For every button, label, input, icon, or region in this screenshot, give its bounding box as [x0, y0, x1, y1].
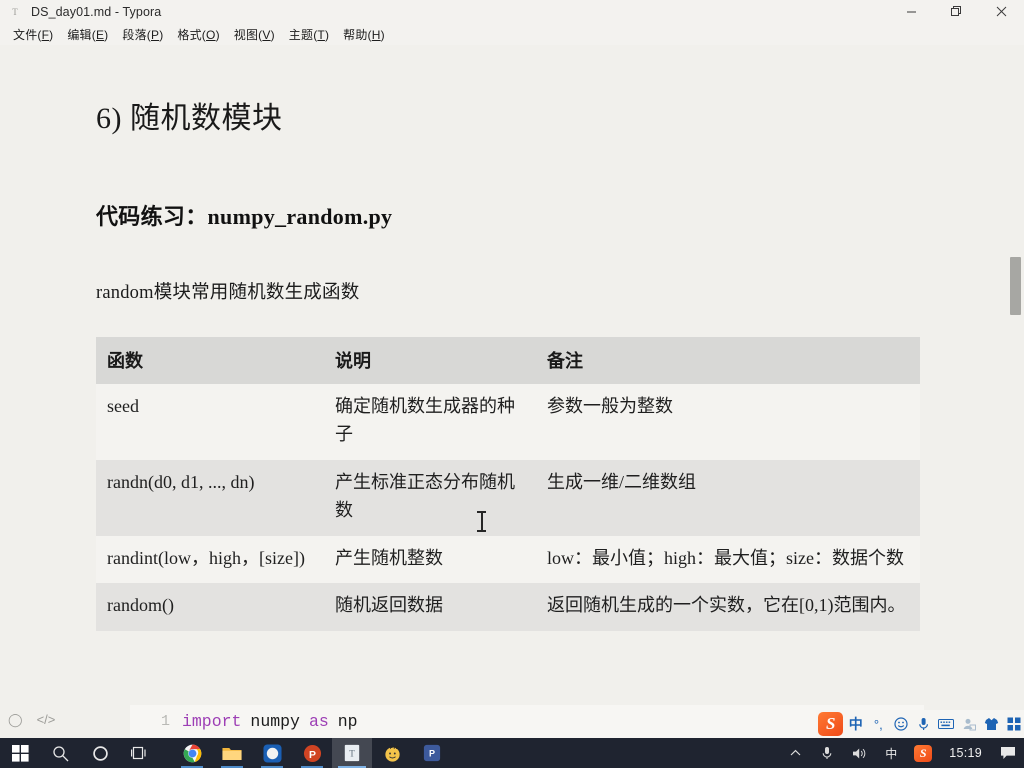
menu-grid-icon[interactable] — [1003, 713, 1024, 735]
close-button[interactable] — [979, 0, 1024, 23]
code-line-content: import numpy as np — [182, 712, 367, 731]
cell-description: 产生标准正态分布随机数 — [335, 471, 515, 520]
code-block[interactable]: 1 import numpy as np — [130, 705, 924, 738]
code-token-as: as — [308, 712, 329, 731]
column-header-description: 说明 — [324, 337, 536, 384]
circle-outline-icon[interactable]: ◯ — [8, 713, 23, 726]
menu-item-paragraph[interactable]: 段落(P) — [115, 24, 170, 45]
window-title: DS_day01.md - Typora — [31, 4, 162, 19]
table-row: randn(d0, d1, ..., dn) 产生标准正态分布随机数 生成一维/… — [96, 459, 920, 536]
window-controls — [889, 0, 1024, 23]
chevron-up-icon[interactable] — [779, 738, 811, 768]
restore-button[interactable] — [934, 0, 979, 23]
cell-description: 随机返回数据 — [335, 595, 443, 616]
cell-function: randint(low，high，[size]) — [107, 547, 305, 568]
sogou-logo-icon[interactable]: S — [818, 712, 844, 736]
taskbar-app-typora[interactable]: T — [332, 738, 372, 768]
svg-text:T: T — [349, 749, 355, 759]
functions-table: 函数 说明 备注 seed 确定随机数生成器的种子 参数一般为整数 randn(… — [96, 337, 920, 632]
column-header-function: 函数 — [96, 337, 324, 384]
cell-description: 产生随机整数 — [335, 547, 443, 568]
table-row: seed 确定随机数生成器的种子 参数一般为整数 — [96, 384, 920, 460]
menu-item-theme[interactable]: 主题(T) — [282, 24, 336, 45]
document-editor[interactable]: 6) 随机数模块 代码练习：numpy_random.py random模块常用… — [0, 45, 1024, 705]
menu-item-file[interactable]: 文件(F) — [6, 24, 60, 45]
cell-note: 返回随机生成的一个实数，它在[0,1)范围内。 — [547, 595, 906, 616]
menu-item-format[interactable]: 格式(O) — [170, 24, 226, 45]
notifications-icon[interactable] — [992, 738, 1024, 768]
tray-sogou-icon[interactable]: S — [907, 738, 939, 768]
volume-icon[interactable] — [843, 738, 875, 768]
menu-bar: 文件(F) 编辑(E) 段落(P) 格式(O) 视图(V) 主题(T) 帮助(H… — [0, 23, 1024, 45]
functions-table-wrap: 函数 说明 备注 seed 确定随机数生成器的种子 参数一般为整数 randn(… — [96, 304, 920, 632]
typora-document-icon: T — [12, 6, 18, 17]
system-tray: 中 S 15:19 — [779, 738, 1024, 768]
intro-paragraph: random模块常用随机数生成函数 — [96, 283, 360, 303]
cell-note: 生成一维/二维数组 — [547, 471, 697, 492]
skin-icon[interactable] — [981, 713, 1002, 735]
menu-item-help[interactable]: 帮助(H) — [336, 24, 392, 45]
table-row: randint(low，high，[size]) 产生随机整数 low：最小值；… — [96, 535, 920, 584]
svg-text:FTP: FTP — [389, 744, 398, 750]
code-token-np: np — [337, 712, 358, 731]
vertical-scrollbar[interactable] — [1010, 45, 1022, 705]
taskbar-app-powerpoint[interactable]: P — [292, 738, 332, 768]
minimize-button[interactable] — [889, 0, 934, 23]
code-token-import: import — [182, 712, 242, 731]
column-header-note: 备注 — [536, 337, 920, 384]
title-bar: T DS_day01.md - Typora — [0, 0, 1024, 23]
user-icon[interactable] — [958, 713, 979, 735]
cell-description: 确定随机数生成器的种子 — [335, 396, 515, 444]
ime-punctuation-mode[interactable]: °, — [868, 713, 889, 735]
taskbar-clock[interactable]: 15:19 — [939, 746, 992, 760]
cortana-icon[interactable] — [80, 738, 120, 768]
keyboard-icon[interactable] — [936, 713, 957, 735]
taskbar-app-pycharm[interactable]: P — [412, 738, 452, 768]
cell-function: seed — [107, 396, 139, 416]
smiley-icon[interactable] — [891, 713, 912, 735]
ime-language-mode[interactable]: 中 — [845, 713, 866, 735]
section-subheading: 代码练习：numpy_random.py — [96, 204, 393, 229]
page-title: 6) 随机数模块 — [96, 102, 283, 135]
table-row: random() 随机返回数据 返回随机生成的一个实数，它在[0,1)范围内。 — [96, 583, 920, 632]
tray-ime-mode[interactable]: 中 — [875, 738, 907, 768]
document-content: 6) 随机数模块 代码练习：numpy_random.py random模块常用… — [96, 45, 920, 632]
cell-note: 参数一般为整数 — [547, 396, 673, 416]
status-bar: ◯ </> — [8, 713, 55, 726]
table-header: 函数 说明 备注 — [96, 337, 920, 384]
cell-function: randn(d0, d1, ..., dn) — [107, 471, 255, 492]
source-code-icon[interactable]: </> — [37, 713, 56, 726]
search-icon[interactable] — [40, 738, 80, 768]
menu-item-view[interactable]: 视图(V) — [227, 24, 282, 45]
table-body: seed 确定随机数生成器的种子 参数一般为整数 randn(d0, d1, .… — [96, 384, 920, 632]
menu-item-edit[interactable]: 编辑(E) — [60, 24, 115, 45]
microphone-icon[interactable] — [913, 713, 934, 735]
scrollbar-thumb[interactable] — [1010, 257, 1021, 315]
svg-text:P: P — [429, 749, 435, 759]
cell-function: random() — [107, 595, 174, 616]
taskbar-app-edge[interactable] — [252, 738, 292, 768]
typora-window: T DS_day01.md - Typora 文件(F) 编辑(E) 段落(P)… — [0, 0, 1024, 768]
svg-text:P: P — [309, 749, 316, 760]
code-token-numpy: numpy — [250, 712, 300, 731]
code-line-number: 1 — [160, 713, 170, 730]
sogou-ime-bar: S 中 °, — [816, 710, 1024, 738]
cell-note: low：最小值；high：最大值；size：数据个数 — [547, 547, 904, 568]
taskbar-app-chrome[interactable] — [172, 738, 212, 768]
windows-start-icon[interactable] — [0, 738, 40, 768]
windows-taskbar: P T FTP P 中 S 15:19 — [0, 738, 1024, 768]
taskbar-app-file-explorer[interactable] — [212, 738, 252, 768]
taskbar-app-ftp-client[interactable]: FTP — [372, 738, 412, 768]
task-view-icon[interactable] — [120, 738, 160, 768]
microphone-icon[interactable] — [811, 738, 843, 768]
table-header-row: 函数 说明 备注 — [96, 337, 920, 384]
